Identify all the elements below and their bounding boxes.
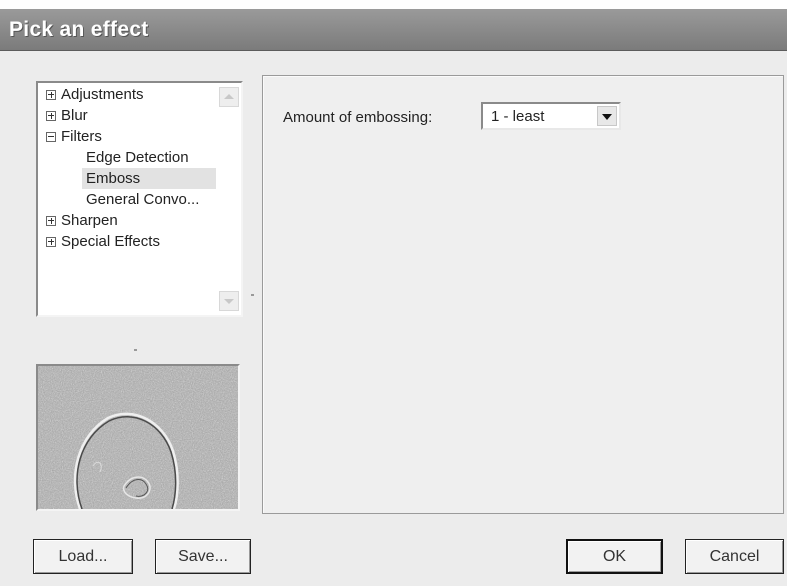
effect-preview-image (36, 364, 240, 511)
tree-item-sharpen[interactable]: Sharpen (46, 210, 118, 231)
dropdown-selected-value: 1 - least (491, 108, 545, 125)
chevron-down-icon[interactable] (597, 106, 617, 126)
tree-item-adjustments[interactable]: Adjustments (46, 84, 144, 105)
tree-item-label: Sharpen (61, 212, 118, 229)
amount-of-embossing-dropdown[interactable]: 1 - least (481, 102, 621, 130)
embossed-preview-graphic (38, 366, 238, 509)
amount-of-embossing-label: Amount of embossing: (283, 109, 433, 126)
collapse-icon[interactable] (46, 131, 56, 142)
scroll-down-arrow-icon[interactable] (219, 291, 239, 311)
tree-item-edge-detection[interactable]: Edge Detection (86, 147, 189, 168)
tree-item-label: General Convo... (86, 191, 200, 208)
dust-speck (251, 294, 254, 296)
effect-settings-panel: Amount of embossing: 1 - least (262, 75, 784, 514)
tree-item-label: Adjustments (61, 86, 144, 103)
scroll-up-arrow-icon[interactable] (219, 87, 239, 107)
tree-item-emboss[interactable]: Emboss (82, 168, 216, 189)
tree-item-label: Emboss (86, 170, 141, 187)
expand-icon[interactable] (46, 110, 56, 121)
cancel-button[interactable]: Cancel (685, 539, 784, 574)
ok-button[interactable]: OK (566, 539, 663, 574)
dust-speck (134, 349, 137, 351)
effect-tree[interactable]: Adjustments Blur Filters Edge Detection … (36, 81, 243, 317)
tree-item-blur[interactable]: Blur (46, 105, 88, 126)
tree-item-label: Special Effects (61, 233, 160, 250)
title-bar[interactable]: Pick an effect (0, 9, 787, 51)
tree-item-filters[interactable]: Filters (46, 126, 102, 147)
effect-dialog: Pick an effect Adjustments Blur Filters … (0, 9, 787, 586)
expand-icon[interactable] (46, 215, 56, 226)
tree-item-label: Filters (61, 128, 102, 145)
expand-icon[interactable] (46, 236, 56, 247)
load-button[interactable]: Load... (33, 539, 133, 574)
dialog-title: Pick an effect (9, 18, 149, 41)
save-button[interactable]: Save... (155, 539, 251, 574)
tree-item-label: Edge Detection (86, 149, 189, 166)
tree-item-general-convolution[interactable]: General Convo... (86, 189, 199, 210)
tree-item-label: Blur (61, 107, 88, 124)
expand-icon[interactable] (46, 89, 56, 100)
tree-item-special-effects[interactable]: Special Effects (46, 231, 160, 252)
